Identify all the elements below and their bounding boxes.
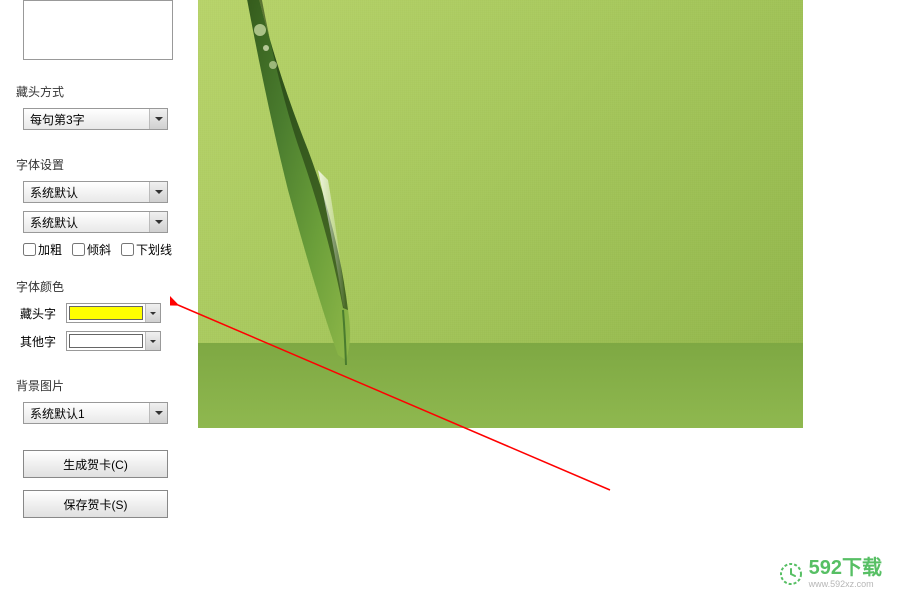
font-color-label: 字体颜色 bbox=[16, 278, 180, 295]
content-textarea[interactable] bbox=[23, 0, 173, 60]
font-family-value: 系统默认 bbox=[23, 181, 168, 203]
acrostic-color-picker[interactable] bbox=[66, 303, 161, 323]
background-image-select[interactable]: 系统默认1 bbox=[23, 402, 168, 424]
font-size-select[interactable]: 系统默认 bbox=[23, 211, 168, 233]
leaf-illustration bbox=[218, 0, 478, 370]
font-size-value: 系统默认 bbox=[23, 211, 168, 233]
font-family-select[interactable]: 系统默认 bbox=[23, 181, 168, 203]
acrostic-color-label: 藏头字 bbox=[20, 305, 56, 322]
italic-checkbox[interactable] bbox=[72, 243, 85, 256]
card-preview bbox=[198, 0, 803, 428]
generate-card-button[interactable]: 生成贺卡(C) bbox=[23, 450, 168, 478]
italic-label: 倾斜 bbox=[87, 241, 111, 258]
acrostic-color-swatch bbox=[69, 306, 143, 320]
underline-label: 下划线 bbox=[136, 241, 172, 258]
watermark-sub-text: www.592xz.com bbox=[809, 580, 882, 589]
other-color-picker[interactable] bbox=[66, 331, 161, 351]
font-settings-label: 字体设置 bbox=[16, 156, 180, 173]
acrostic-mode-label: 藏头方式 bbox=[16, 83, 180, 100]
background-image-label: 背景图片 bbox=[16, 377, 180, 394]
other-color-swatch bbox=[69, 334, 143, 348]
bold-checkbox[interactable] bbox=[23, 243, 36, 256]
acrostic-mode-select[interactable]: 每句第3字 bbox=[23, 108, 168, 130]
chevron-down-icon bbox=[145, 304, 160, 322]
background-image-value: 系统默认1 bbox=[23, 402, 168, 424]
chevron-down-icon bbox=[145, 332, 160, 350]
bold-label: 加粗 bbox=[38, 241, 62, 258]
underline-checkbox[interactable] bbox=[121, 243, 134, 256]
watermark-main-text: 592下载 bbox=[809, 558, 882, 578]
acrostic-mode-value: 每句第3字 bbox=[23, 108, 168, 130]
save-card-button[interactable]: 保存贺卡(S) bbox=[23, 490, 168, 518]
sidebar: 藏头方式 每句第3字 字体设置 系统默认 系统默认 加粗 倾斜 下划线 字体颜色… bbox=[8, 0, 180, 530]
other-color-label: 其他字 bbox=[20, 333, 56, 350]
watermark: 592下载 www.592xz.com bbox=[779, 558, 882, 589]
watermark-icon bbox=[779, 562, 803, 586]
